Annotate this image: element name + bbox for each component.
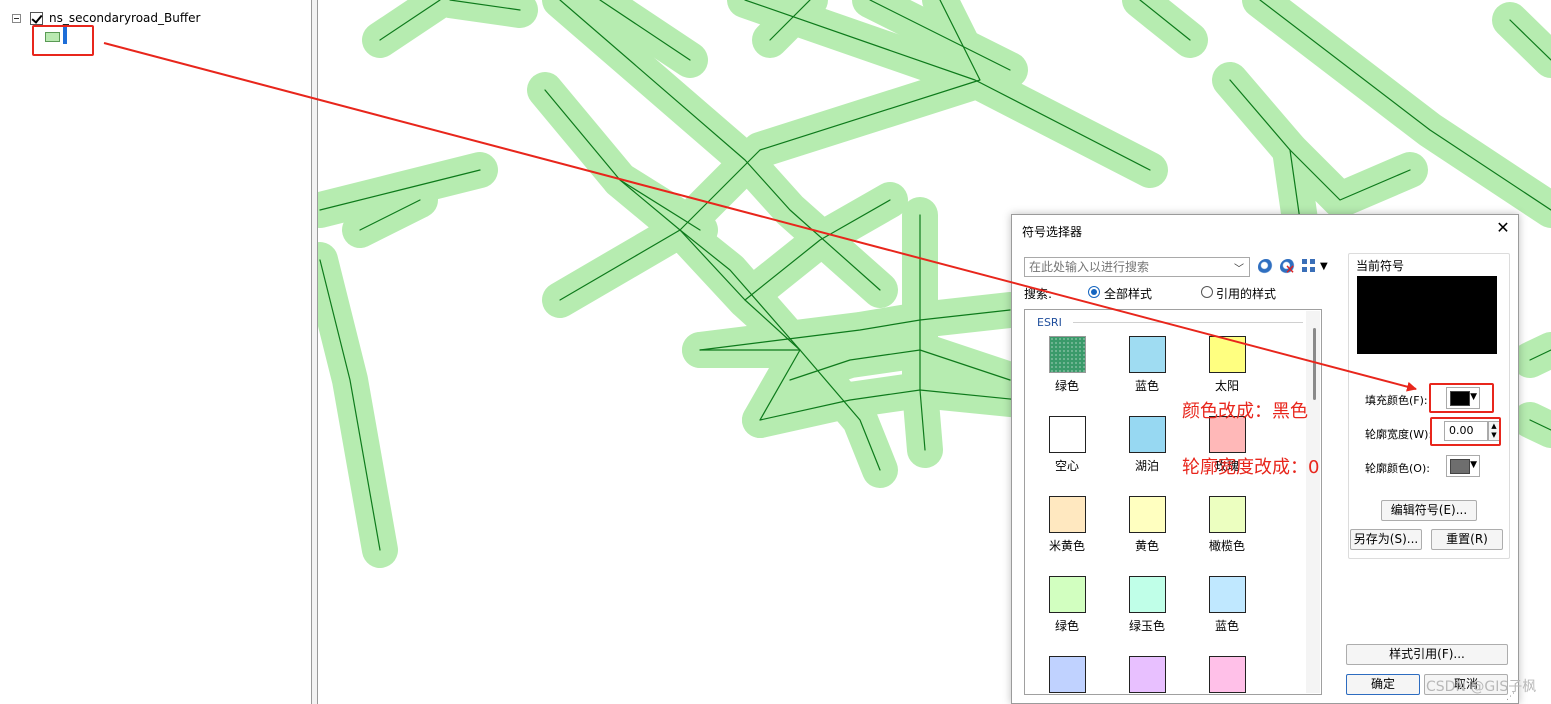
collapse-icon[interactable] (12, 13, 21, 23)
radio-all-styles-label[interactable]: 全部样式 (1104, 285, 1152, 302)
chevron-down-icon[interactable]: ﹀ (1234, 260, 1244, 275)
symbol-label: 橄榄色 (1208, 539, 1245, 553)
search-scope-label: 搜索: (1024, 287, 1053, 301)
annotation-highlight-fill-color (1429, 383, 1494, 413)
radio-referenced-styles[interactable] (1201, 286, 1213, 298)
layer-name[interactable]: ns_secondaryroad_Buffer (49, 11, 200, 25)
toc-layer-row[interactable]: ns_secondaryroad_Buffer (12, 10, 200, 26)
ok-button[interactable]: 确定 (1346, 674, 1420, 695)
symbol-label: 绿玉色 (1128, 619, 1165, 633)
panel-splitter[interactable] (311, 0, 318, 704)
current-symbol-preview (1357, 276, 1497, 354)
symbol-label: 蓝色 (1134, 379, 1159, 393)
outline-color-chip (1450, 459, 1470, 474)
symbol-swatch (1048, 576, 1086, 613)
symbol-label: 黄色 (1134, 539, 1159, 553)
search-icon[interactable] (1258, 259, 1274, 275)
gallery-group-title: ESRI (1037, 316, 1062, 329)
reset-button[interactable]: 重置(R) (1431, 529, 1503, 550)
symbol-item[interactable]: 蓝色 (1117, 336, 1177, 396)
symbol-item[interactable]: 空心 (1037, 416, 1097, 476)
symbol-label: 绿色 (1054, 619, 1079, 633)
view-dropdown-arrow-icon[interactable]: ▼ (1320, 261, 1328, 272)
symbol-label: 湖泊 (1134, 459, 1159, 473)
symbol-swatch (1208, 576, 1246, 613)
symbol-swatch (1128, 576, 1166, 613)
symbol-swatch (1208, 656, 1246, 693)
fill-color-label: 填充颜色(F): (1365, 394, 1428, 407)
clear-search-icon[interactable] (1280, 259, 1296, 276)
watermark: CSDN @GIS子枫 (1426, 679, 1537, 695)
symbol-label: 米黄色 (1048, 539, 1085, 553)
symbol-swatch (1128, 416, 1166, 453)
symbol-item[interactable]: 橄榄色 (1197, 496, 1257, 556)
symbol-swatch (1208, 336, 1246, 373)
symbol-swatch (1128, 336, 1166, 373)
symbol-swatch (1048, 416, 1086, 453)
outline-color-picker[interactable]: ▼ (1446, 455, 1480, 477)
symbol-item[interactable] (1037, 656, 1097, 694)
annotation-note-color: 颜色改成：黑色 (1182, 401, 1308, 422)
symbol-item[interactable]: 太阳 (1197, 336, 1257, 396)
symbol-item[interactable] (1117, 656, 1177, 694)
scrollbar-thumb[interactable] (1313, 328, 1316, 400)
outline-color-label: 轮廓颜色(O): (1365, 462, 1430, 475)
annotation-highlight-outline-width (1430, 417, 1501, 446)
symbol-gallery: ESRI 绿色 蓝色 太阳 空心 湖泊 玫瑰 米黄色 黄色 橄榄色 绿色 绿玉色 蓝色 (1024, 309, 1322, 695)
symbol-label: 太阳 (1214, 379, 1239, 393)
symbol-swatch (1048, 656, 1086, 693)
symbol-item[interactable]: 绿色 (1037, 336, 1097, 396)
search-input[interactable] (1024, 257, 1250, 277)
symbol-item[interactable]: 湖泊 (1117, 416, 1177, 476)
symbol-swatch (1048, 496, 1086, 533)
close-button[interactable]: ✕ (1496, 220, 1510, 236)
symbol-label: 绿色 (1054, 379, 1079, 393)
symbol-swatch (1048, 336, 1086, 373)
symbol-swatch (1208, 496, 1246, 533)
symbol-item[interactable]: 蓝色 (1197, 576, 1257, 636)
radio-referenced-styles-label[interactable]: 引用的样式 (1216, 285, 1276, 302)
edit-symbol-button[interactable]: 编辑符号(E)... (1381, 500, 1477, 521)
radio-all-styles[interactable] (1088, 286, 1100, 298)
style-references-button[interactable]: 样式引用(F)... (1346, 644, 1508, 665)
layer-visibility-checkbox[interactable] (30, 11, 43, 25)
group-divider (1073, 322, 1303, 323)
symbol-item[interactable]: 绿色 (1037, 576, 1097, 636)
dropdown-arrow-icon: ▼ (1470, 460, 1477, 470)
symbol-item[interactable]: 米黄色 (1037, 496, 1097, 556)
annotation-note-width: 轮廓宽度改成：0 (1182, 457, 1320, 478)
symbol-swatch (1128, 656, 1166, 693)
symbol-label: 空心 (1054, 459, 1079, 473)
symbol-item[interactable]: 黄色 (1117, 496, 1177, 556)
view-options-icon[interactable] (1302, 259, 1316, 273)
resize-grip-icon[interactable]: ⋰ (1506, 692, 1515, 702)
current-symbol-label: 当前符号 (1354, 257, 1407, 274)
annotation-highlight-swatch (32, 25, 94, 56)
symbol-label: 蓝色 (1214, 619, 1239, 633)
dialog-title: 符号选择器 (1022, 225, 1083, 239)
symbol-item[interactable] (1197, 656, 1257, 694)
symbol-item[interactable]: 绿玉色 (1117, 576, 1177, 636)
table-of-contents: ns_secondaryroad_Buffer (0, 0, 311, 704)
outline-width-label: 轮廓宽度(W): (1365, 428, 1433, 441)
save-as-button[interactable]: 另存为(S)... (1350, 529, 1422, 550)
symbol-swatch (1128, 496, 1166, 533)
